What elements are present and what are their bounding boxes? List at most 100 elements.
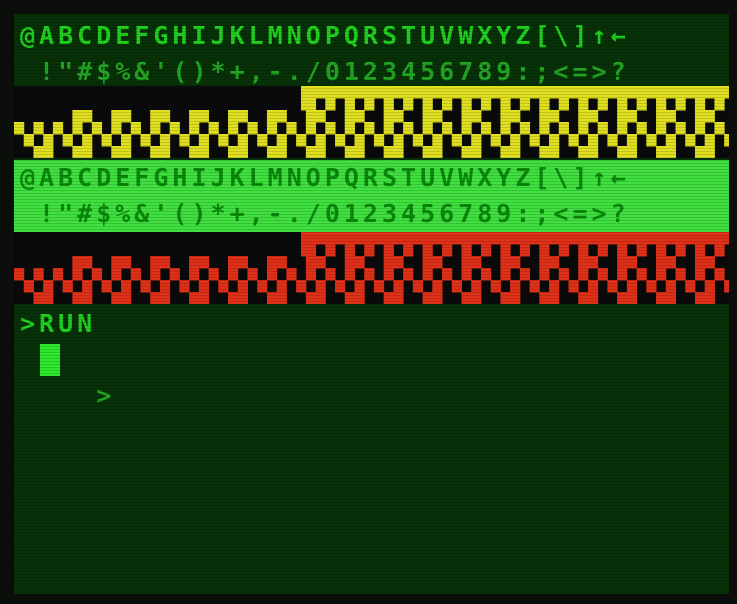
semigraphic-pixel	[641, 244, 647, 257]
semigraphic-pixel	[305, 232, 312, 245]
semigraphic-pixel	[539, 146, 545, 158]
semigraphic-pixel	[14, 268, 20, 281]
semigraphic-pixel	[271, 268, 278, 281]
semigraphic-pixel	[466, 110, 472, 123]
semigraphic-pixel	[510, 280, 516, 293]
semigraphic-pixel	[305, 86, 312, 99]
semigraphic-pixel	[437, 292, 443, 304]
semigraphic-pixel	[155, 122, 161, 135]
semigraphic-pixel	[631, 146, 638, 158]
semigraphic-pixel	[626, 232, 633, 245]
semigraphic-pixel	[510, 292, 516, 304]
semigraphic-pixel	[339, 86, 346, 99]
semigraphic-pixel	[14, 122, 20, 135]
semigraphic-pixel	[43, 280, 49, 293]
semigraphic-pixel	[198, 110, 205, 123]
semigraphic-pixel	[587, 110, 594, 123]
semigraphic-pixel	[651, 134, 657, 147]
semigraphic-pixel	[699, 244, 706, 257]
semigraphic-pixel	[432, 110, 438, 123]
semigraphic-pixel	[621, 244, 628, 257]
semigraphic-pixel	[665, 146, 672, 158]
semigraphic-pixel	[534, 232, 540, 245]
semigraphic-pixel	[310, 86, 317, 99]
semigraphic-pixel	[485, 86, 492, 99]
semigraphic-pixel	[724, 232, 729, 245]
semigraphic-pixel	[383, 268, 390, 281]
semigraphic-pixel	[310, 122, 317, 135]
semigraphic-pixel	[52, 268, 59, 281]
semigraphic-pixel	[335, 86, 341, 99]
semigraphic-pixel	[43, 292, 49, 304]
semigraphic-pixel	[549, 134, 555, 147]
terminal-screen[interactable]: @ABCDEFGHIJKLMNOPQRSTUVWXYZ[\]↑← !"#$%&'…	[14, 14, 729, 594]
semigraphic-pixel	[505, 256, 511, 269]
semigraphic-pixel	[480, 232, 487, 245]
semigraphic-pixel	[466, 268, 472, 281]
semigraphic-pixel	[621, 292, 628, 304]
semigraphic-pixel	[587, 280, 594, 293]
semigraphic-pixel	[86, 134, 93, 147]
semigraphic-pixel	[553, 110, 560, 123]
semigraphic-pixel	[198, 134, 205, 147]
semigraphic-pixel	[291, 268, 297, 281]
semigraphic-pixel	[432, 146, 438, 158]
semigraphic-pixel	[320, 280, 326, 293]
semigraphic-pixel	[553, 134, 560, 147]
semigraphic-pixel	[446, 232, 453, 245]
semigraphic-pixel	[135, 122, 141, 135]
semigraphic-pixel	[699, 98, 706, 111]
semigraphic-pixel	[403, 232, 409, 245]
semigraphic-pixel	[72, 292, 78, 304]
semigraphic-pixel	[276, 146, 283, 158]
semigraphic-pixel	[349, 256, 355, 269]
semigraphic-pixel	[699, 232, 706, 245]
semigraphic-pixel	[539, 86, 545, 99]
semigraphic-pixel	[563, 86, 569, 99]
semigraphic-pixel	[514, 86, 521, 99]
semigraphic-pixel	[145, 134, 151, 147]
semigraphic-pixel	[544, 86, 550, 99]
prompt-line[interactable]: >	[14, 342, 729, 410]
semigraphic-pixel	[446, 268, 453, 281]
semigraphic-pixel	[510, 146, 516, 158]
semigraphic-pixel	[266, 110, 273, 123]
semigraphic-pixel	[354, 232, 360, 245]
semigraphic-pixel	[116, 268, 122, 281]
semigraphic-pixel	[583, 256, 589, 269]
semigraphic-pixel	[125, 256, 132, 269]
semigraphic-pixel	[242, 280, 248, 293]
semigraphic-pixel	[286, 122, 292, 135]
semigraphic-pixel	[150, 268, 156, 281]
semigraphic-pixel	[383, 86, 390, 99]
semigraphic-pixel	[373, 232, 380, 245]
semigraphic-pixel	[480, 98, 487, 111]
semigraphic-pixel	[150, 110, 156, 123]
semigraphic-pixel	[490, 280, 497, 293]
semigraphic-pixel	[680, 122, 686, 135]
semigraphic-pixel	[534, 280, 540, 293]
semigraphic-pixel	[407, 122, 414, 135]
semigraphic-pixel	[339, 134, 346, 147]
semigraphic-pixel	[155, 292, 161, 304]
semigraphic-pixel	[339, 232, 346, 245]
semigraphic-pixel	[62, 280, 68, 293]
semigraphic-pixel	[719, 244, 725, 257]
semigraphic-pixel	[325, 86, 331, 99]
semigraphic-pixel	[597, 122, 604, 135]
semigraphic-pixel	[271, 122, 278, 135]
semigraphic-pixel	[480, 86, 487, 99]
semigraphic-pixel	[237, 134, 244, 147]
semigraphic-pixel	[125, 280, 132, 293]
semigraphic-pixel	[262, 280, 268, 293]
semigraphic-pixel	[553, 232, 560, 245]
semigraphic-pixel	[305, 268, 312, 281]
semigraphic-pixel	[631, 134, 638, 147]
semigraphic-pixel	[349, 244, 355, 257]
semigraphic-pixel	[335, 134, 341, 147]
text-cursor	[40, 344, 60, 376]
semigraphic-pixel	[680, 244, 686, 257]
semigraphic-pixel	[77, 292, 83, 304]
semigraphic-pixel	[237, 110, 244, 123]
semigraphic-pixel	[636, 98, 642, 111]
